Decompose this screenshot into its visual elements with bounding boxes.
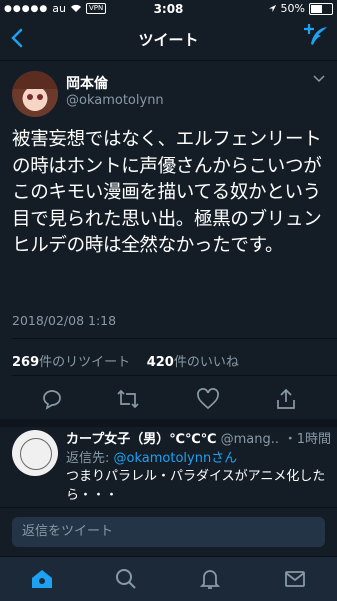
tweet-timestamp: 2018/02/08 1:18 [12, 313, 117, 328]
reply-input[interactable]: 返信をツイート [12, 517, 325, 547]
retweet-icon[interactable] [116, 387, 140, 411]
reply-text: つまりパラレル・パラダイスがアニメ化したら・・・ [66, 469, 326, 503]
battery-icon [309, 2, 333, 15]
tweet-actions [0, 387, 337, 413]
compose-quill-icon[interactable] [303, 24, 329, 48]
battery-percent: 50% [280, 2, 305, 15]
tweet-text: 被害妄想ではなく、エルフェンリートの時はホントに声優さんからこいつがこのキモい漫… [12, 129, 322, 256]
like-heart-icon[interactable] [196, 387, 220, 411]
tab-bar [0, 556, 337, 601]
tweet-stats: 269件のリツイート 420件のいいね [12, 351, 239, 370]
like-stat[interactable]: 420件のいいね [147, 355, 239, 370]
share-icon[interactable] [274, 387, 298, 411]
status-bar: ●●●●● au VPN 3:08 50% [0, 0, 337, 18]
reply-author-name[interactable]: カープ女子（男）℃℃℃ [66, 432, 216, 447]
search-icon[interactable] [114, 567, 138, 591]
reply-to-handle[interactable]: @okamotolynnさん [114, 451, 238, 466]
home-icon[interactable] [30, 567, 54, 591]
messages-envelope-icon[interactable] [283, 567, 307, 591]
divider [12, 338, 337, 339]
author-handle[interactable]: @okamotolynn [66, 93, 164, 108]
page-title: ツイート [138, 31, 199, 49]
status-right: 50% [268, 2, 333, 15]
retweet-stat[interactable]: 269件のリツイート [12, 355, 130, 370]
reply-author-avatar[interactable] [12, 430, 58, 476]
author-avatar[interactable] [12, 71, 58, 117]
author-name[interactable]: 岡本倫 [66, 73, 108, 93]
nav-bar: ツイート [0, 18, 337, 61]
reply-time: ・1時間 [279, 428, 331, 447]
reply-to-line: 返信先: @okamotolynnさん [66, 451, 238, 466]
notifications-bell-icon[interactable] [198, 567, 222, 591]
reply-icon[interactable] [40, 387, 64, 411]
chevron-down-icon[interactable] [313, 75, 325, 83]
divider [12, 375, 337, 376]
location-arrow-icon [268, 4, 276, 13]
reply-composer: 返信をツイート [0, 507, 337, 556]
reply-author-handle[interactable]: @mang... [221, 432, 284, 447]
section-divider [0, 419, 337, 427]
